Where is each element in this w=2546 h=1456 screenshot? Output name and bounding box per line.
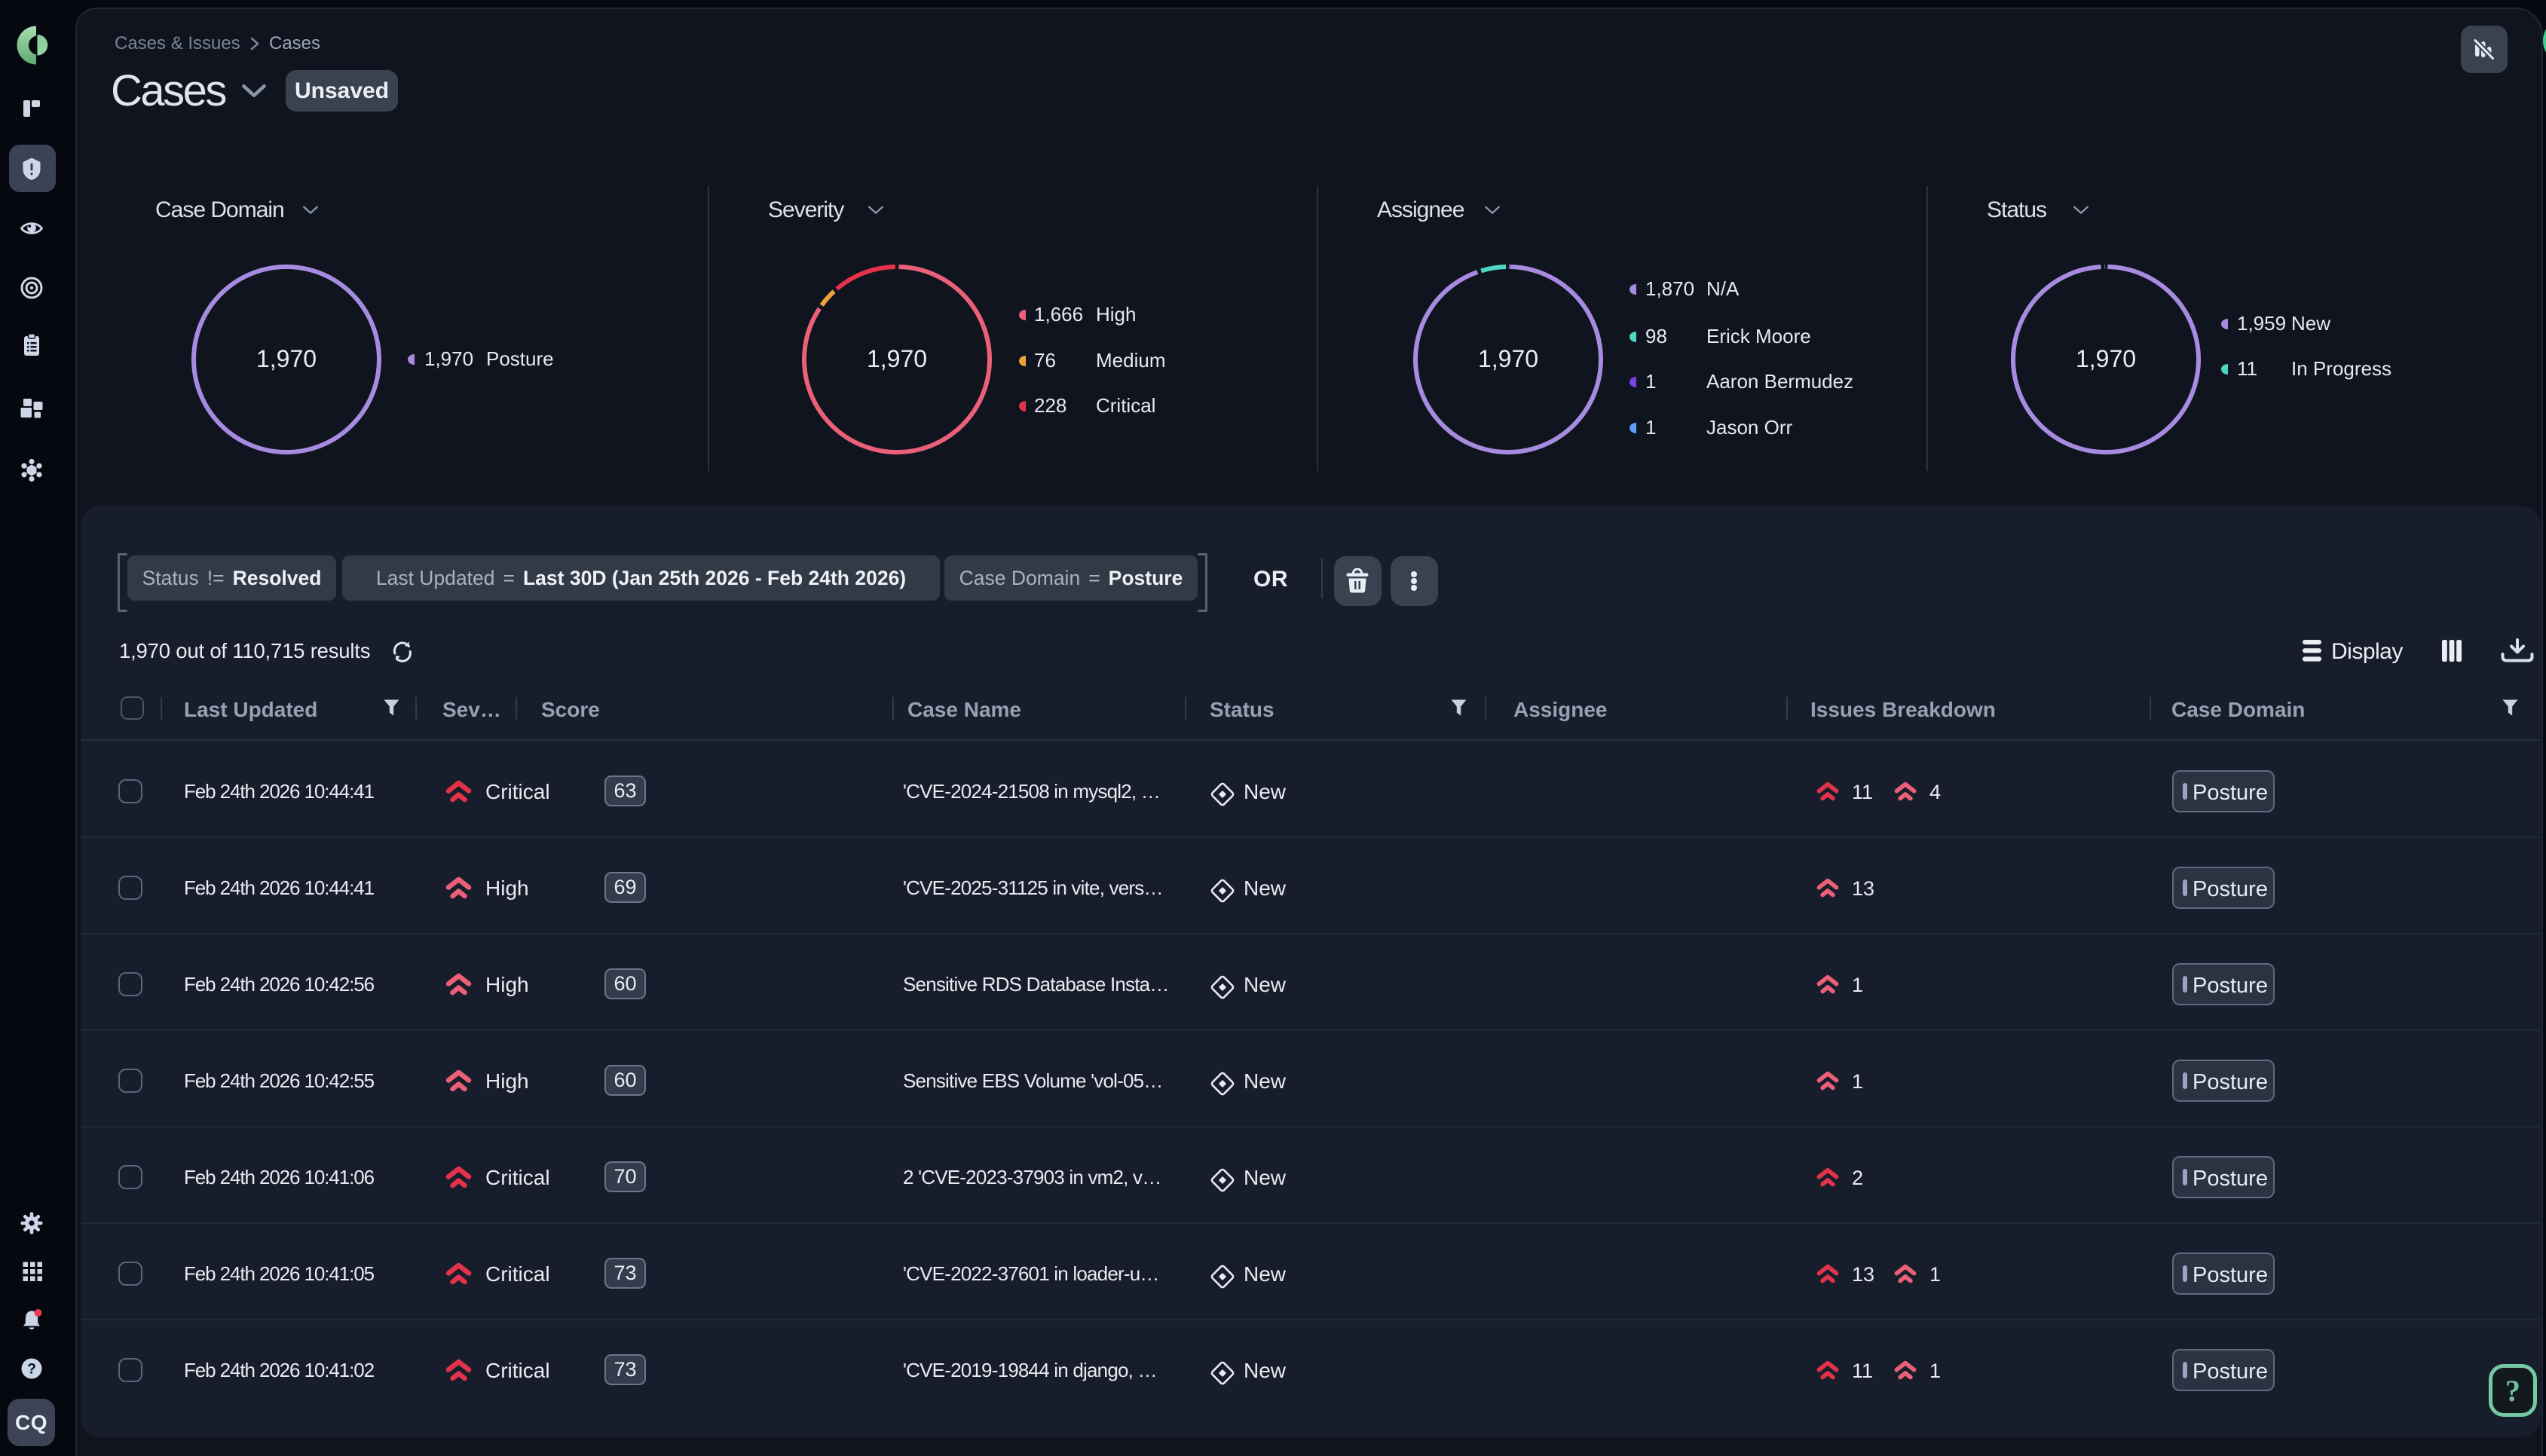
svg-text:?: ? — [27, 1362, 36, 1378]
